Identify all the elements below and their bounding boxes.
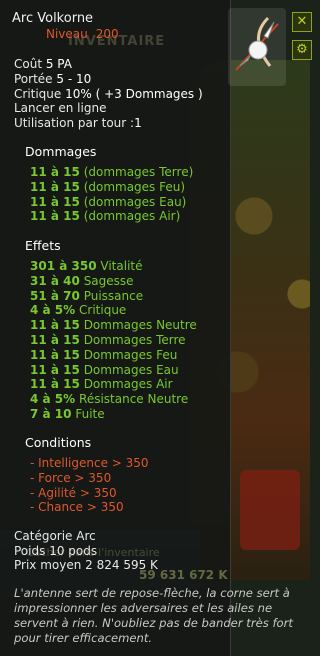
- conditions-list: - Intelligence > 350 - Force > 350 - Agi…: [30, 456, 149, 515]
- item-meta: Catégorie Arc Poids 10 pods Prix moyen 2…: [14, 529, 158, 573]
- condition-line: - Force > 350: [30, 470, 112, 485]
- condition-line: - Intelligence > 350: [30, 456, 149, 470]
- meta-average-price: Prix moyen 2 824 595 K: [14, 558, 158, 573]
- damage-line: 11 à 15 (dommages Terre): [30, 165, 194, 179]
- effects-list: 301 à 350 Vitalité 31 à 40 Sagesse 51 à …: [30, 259, 197, 422]
- stat-line-cast: Lancer en ligne: [14, 101, 107, 116]
- damages-list: 11 à 15 (dommages Terre) 11 à 15 (dommag…: [30, 165, 193, 224]
- bow-icon: [235, 16, 279, 71]
- damage-line: 11 à 15 (dommages Eau): [30, 194, 187, 209]
- damage-line: 11 à 15 (dommages Feu): [30, 179, 186, 194]
- level-label: Niveau: [46, 27, 88, 41]
- stat-cost: Coût 5 PA: [14, 57, 72, 71]
- effect-line: 51 à 70 Puissance: [30, 288, 144, 303]
- item-description: L'antenne sert de repose-flèche, la corn…: [14, 586, 293, 645]
- damage-line: 11 à 15 (dommages Air): [30, 209, 181, 224]
- effect-line: 11 à 15 Dommages Feu: [30, 347, 178, 362]
- close-button[interactable]: ✕: [292, 12, 312, 32]
- item-name: Arc Volkorne: [12, 11, 94, 26]
- meta-weight: Poids 10 pods: [14, 543, 98, 558]
- effect-line: 301 à 350 Vitalité: [30, 259, 143, 273]
- item-level: Niveau 200: [12, 27, 127, 41]
- item-header: Arc Volkorne Niveau 200: [12, 11, 127, 41]
- effect-line: 11 à 15 Dommages Air: [30, 377, 173, 392]
- background-building: [240, 470, 300, 550]
- settings-button[interactable]: ⚙: [292, 40, 312, 60]
- condition-line: - Agilité > 350: [30, 485, 117, 500]
- item-icon-box: [228, 8, 286, 86]
- weapon-stats: Coût 5 PA Portée 5 - 10 Critique 10% ( +…: [14, 57, 203, 131]
- effect-line: 31 à 40 Sagesse: [30, 273, 134, 288]
- damages-title: Dommages: [25, 144, 97, 159]
- item-tooltip: INVENTAIRE Arc Volkorne Niveau 200 Coût 5…: [0, 0, 293, 656]
- effect-line: 7 à 10 Fuite: [30, 406, 105, 421]
- stat-range: Portée 5 - 10: [14, 71, 92, 86]
- effect-line: 11 à 15 Dommages Neutre: [30, 318, 197, 333]
- level-value: 200: [95, 27, 119, 41]
- meta-category: Catégorie Arc: [14, 529, 96, 543]
- effect-line: 4 à 5% Critique: [30, 303, 127, 318]
- stat-critical: Critique 10% ( +3 Dommages ): [14, 86, 203, 101]
- effect-line: 11 à 15 Dommages Terre: [30, 332, 186, 347]
- effect-line: 11 à 15 Dommages Eau: [30, 362, 179, 377]
- conditions-title: Conditions: [25, 435, 92, 450]
- condition-line: - Chance > 350: [30, 500, 124, 515]
- effect-line: 4 à 5% Résistance Neutre: [30, 392, 189, 407]
- effects-title: Effets: [25, 238, 61, 253]
- stat-uses-per-turn: Utilisation par tour :1: [14, 116, 142, 131]
